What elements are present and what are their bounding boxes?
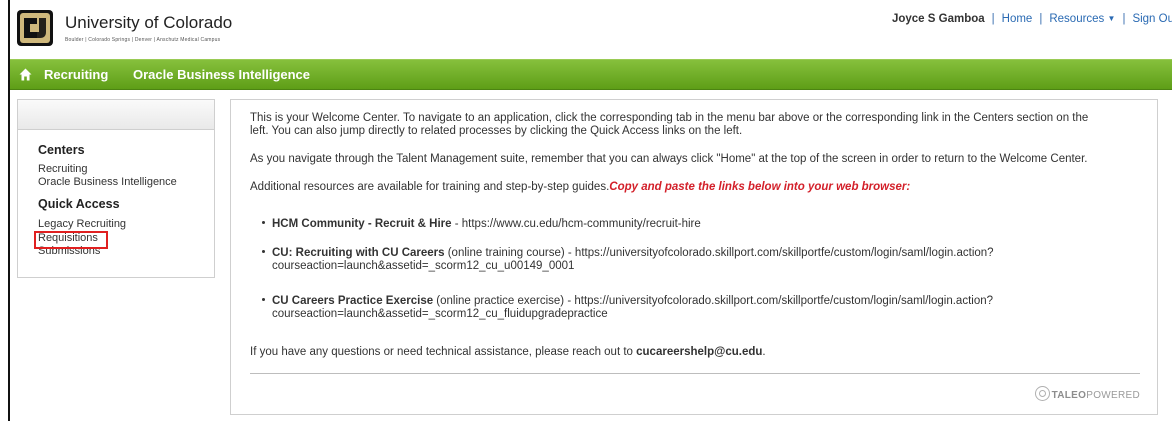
cu-recruiting-url-cont[interactable]: courseaction=launch&assetid=_scorm12_cu_… <box>272 260 574 273</box>
taleo-logo: TALEOPOWERED <box>1034 386 1140 401</box>
tab-recruiting[interactable]: Recruiting <box>44 67 108 82</box>
intro-line-2: left. You can also jump directly to rela… <box>250 125 743 137</box>
list-item: CU: Recruiting with CU Careers (online t… <box>262 247 994 260</box>
home-icon[interactable] <box>19 68 32 81</box>
sidebar: Centers Recruiting Oracle Business Intel… <box>17 99 215 278</box>
resources-label: Resources <box>1049 13 1105 25</box>
chevron-down-icon: ▼ <box>1107 14 1116 23</box>
copy-paste-note: Copy and paste the links below into your… <box>609 181 911 193</box>
practice-exercise-title: CU Careers Practice Exercise <box>272 295 434 307</box>
bullet-icon <box>262 221 265 224</box>
divider <box>250 373 1140 374</box>
list-item: CU Careers Practice Exercise (online pra… <box>262 295 993 308</box>
hcm-community-title: HCM Community - Recruit & Hire <box>272 218 452 230</box>
user-name: Joyce S Gamboa <box>891 13 985 25</box>
practice-exercise-url-cont[interactable]: courseaction=launch&assetid=_scorm12_cu_… <box>272 308 608 321</box>
practice-exercise-url[interactable]: (online practice exercise) - https://uni… <box>433 295 993 307</box>
sign-out-link[interactable]: Sign Ou <box>1132 13 1172 25</box>
nav-separator: | <box>1039 13 1043 25</box>
bullet-icon <box>262 250 265 253</box>
taleo-icon <box>1034 386 1050 401</box>
requisitions-highlight <box>34 231 108 249</box>
taleo-brand: TALEO <box>1051 390 1087 401</box>
tab-oracle-bi[interactable]: Oracle Business Intelligence <box>133 67 310 82</box>
nav-separator: | <box>991 13 995 25</box>
cu-recruiting-title: CU: Recruiting with CU Careers <box>272 247 445 259</box>
welcome-content: This is your Welcome Center. To navigate… <box>230 99 1158 415</box>
cu-logo-icon[interactable] <box>16 9 54 47</box>
help-text: If you have any questions or need techni… <box>250 346 766 359</box>
resources-text: Additional resources are available for t… <box>250 181 910 194</box>
menu-bar: Recruiting Oracle Business Intelligence <box>10 59 1172 90</box>
cu-recruiting-url[interactable]: (online training course) - https://unive… <box>445 247 994 259</box>
sidebar-item-legacy-recruiting[interactable]: Legacy Recruiting <box>38 218 126 230</box>
list-item: HCM Community - Recruit & Hire - https:/… <box>262 218 701 231</box>
university-name: University of Colorado <box>65 13 233 32</box>
sidebar-item-oracle-bi[interactable]: Oracle Business Intelligence <box>38 176 177 188</box>
bullet-icon <box>262 298 265 301</box>
home-link[interactable]: Home <box>1002 13 1033 25</box>
taleo-powered: POWERED <box>1086 390 1140 401</box>
quick-access-heading: Quick Access <box>38 197 120 211</box>
nav-separator: | <box>1122 13 1126 25</box>
home-tip: As you navigate through the Talent Manag… <box>250 153 1088 165</box>
app-frame: University of Colorado Boulder | Colorad… <box>8 0 1172 421</box>
help-end: . <box>762 346 766 358</box>
centers-heading: Centers <box>38 143 85 157</box>
resources-menu[interactable]: Resources ▼ <box>1049 13 1115 25</box>
sidebar-item-recruiting[interactable]: Recruiting <box>38 163 88 175</box>
campus-list: Boulder | Colorado Springs | Denver | An… <box>65 37 221 43</box>
top-nav: Joyce S Gamboa | Home | Resources ▼ | Sign Ou <box>892 13 1172 25</box>
intro-line-1: This is your Welcome Center. To navigate… <box>250 112 1089 124</box>
help-email[interactable]: cucareershelp@cu.edu <box>636 346 762 358</box>
help-sentence: If you have any questions or need techni… <box>250 346 637 358</box>
resources-sentence: Additional resources are available for t… <box>250 181 610 193</box>
header: University of Colorado Boulder | Colorad… <box>10 0 1172 56</box>
sidebar-header <box>18 100 214 130</box>
hcm-community-url[interactable]: - https://www.cu.edu/hcm-community/recru… <box>452 218 701 230</box>
